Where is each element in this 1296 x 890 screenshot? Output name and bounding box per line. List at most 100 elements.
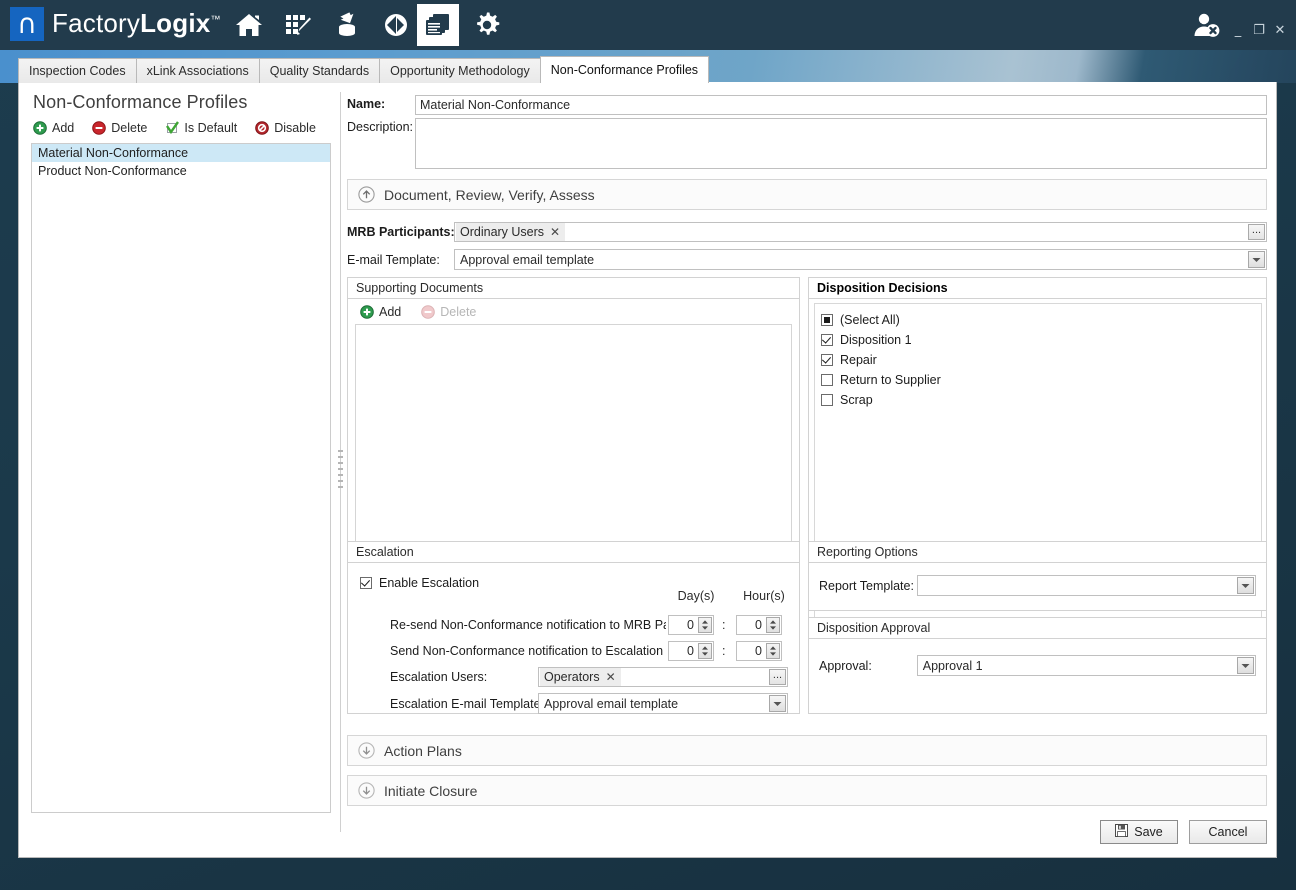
expander-action-plans[interactable]: Action Plans — [347, 735, 1267, 766]
description-input[interactable] — [415, 118, 1267, 169]
add-document-label: Add — [379, 305, 401, 319]
escalation-users-browse-button[interactable]: ... — [769, 669, 786, 685]
window-close-button[interactable]: ✕ — [1270, 22, 1290, 40]
escalation-send-row: Send Non-Conformance notification to Esc… — [390, 641, 790, 663]
escalation-users-field[interactable]: Operators ✕ ... — [538, 667, 788, 687]
disable-profile-label: Disable — [274, 121, 316, 135]
mrb-participant-tag-label: Ordinary Users — [460, 225, 544, 239]
add-document-button[interactable]: Add — [360, 305, 401, 319]
profiles-list[interactable]: Material Non-Conformance Product Non-Con… — [31, 143, 331, 813]
disposition-approval-group: Disposition Approval Approval: Approval … — [808, 617, 1267, 714]
user-logout-button[interactable] — [1191, 10, 1221, 40]
checkbox-checked-icon[interactable] — [360, 577, 372, 589]
panel-splitter[interactable] — [335, 92, 347, 832]
approval-value: Approval 1 — [923, 659, 983, 673]
disposition-checkbox-return-to-supplier[interactable]: Return to Supplier — [821, 370, 1261, 390]
checkbox-unchecked-icon[interactable] — [821, 394, 833, 406]
splitter-grip[interactable] — [338, 450, 343, 494]
checkbox-checked-icon[interactable] — [821, 354, 833, 366]
nav-documents-button[interactable] — [417, 4, 459, 46]
days-column-header: Day(s) — [668, 589, 724, 603]
mrb-participants-field[interactable]: Ordinary Users ✕ ... — [454, 222, 1267, 242]
mrb-participants-label: MRB Participants: — [347, 225, 454, 239]
chevron-down-circle-icon — [358, 742, 375, 759]
checkbox-checked-icon[interactable] — [821, 334, 833, 346]
report-template-select[interactable] — [917, 575, 1256, 596]
mrb-participant-tag[interactable]: Ordinary Users ✕ — [456, 223, 565, 241]
save-button[interactable]: Save — [1100, 820, 1178, 844]
disposition-label: Scrap — [840, 393, 873, 407]
expander-initiate-closure[interactable]: Initiate Closure — [347, 775, 1267, 806]
escalation-resend-days-stepper[interactable]: 0 — [668, 615, 714, 635]
escalation-send-separator: : — [722, 644, 725, 658]
list-item[interactable]: Material Non-Conformance — [32, 144, 330, 162]
escalation-resend-row: Re-send Non-Conformance notification to … — [390, 615, 790, 637]
client-area: Non-Conformance Profiles Add Delete — [18, 82, 1277, 858]
chevron-down-icon[interactable] — [1237, 657, 1254, 674]
escalation-users-row: Escalation Users: Operators ✕ ... — [390, 667, 790, 687]
nav-production-button[interactable] — [375, 4, 417, 46]
cancel-button[interactable]: Cancel — [1189, 820, 1267, 844]
stepper-up-down-icon[interactable] — [698, 617, 712, 633]
tab-inspection-codes[interactable]: Inspection Codes — [18, 58, 137, 83]
remove-tag-icon[interactable]: ✕ — [550, 225, 560, 239]
tab-xlink-associations[interactable]: xLink Associations — [136, 58, 260, 83]
chevron-down-icon[interactable] — [769, 695, 786, 712]
stepper-up-down-icon[interactable] — [766, 643, 780, 659]
disposition-checkbox-select-all[interactable]: (Select All) — [821, 310, 1261, 330]
remove-tag-icon[interactable]: ✕ — [606, 670, 616, 684]
delete-profile-button[interactable]: Delete — [92, 121, 147, 135]
escalation-template-label: Escalation E-mail Template: — [390, 697, 538, 711]
disposition-label: Repair — [840, 353, 877, 367]
tab-strip: Inspection Codes xLink Associations Qual… — [18, 56, 708, 83]
nav-home-button[interactable] — [228, 4, 270, 46]
escalation-user-tag-label: Operators — [544, 670, 600, 684]
chevron-down-icon[interactable] — [1248, 251, 1265, 268]
nav-settings-button[interactable] — [466, 4, 508, 46]
escalation-send-days-stepper[interactable]: 0 — [668, 641, 714, 661]
disposition-checkbox-scrap[interactable]: Scrap — [821, 390, 1261, 410]
user-logout-icon — [1191, 29, 1221, 43]
stepper-up-down-icon[interactable] — [766, 617, 780, 633]
check-flag-icon — [165, 121, 179, 135]
escalation-body: Enable Escalation Day(s) Hour(s) Re-send… — [348, 563, 799, 713]
is-default-button[interactable]: Is Default — [165, 121, 237, 135]
tab-quality-standards[interactable]: Quality Standards — [259, 58, 380, 83]
disposition-decisions-title: Disposition Decisions — [809, 278, 1266, 299]
stepper-up-down-icon[interactable] — [698, 643, 712, 659]
delete-profile-label: Delete — [111, 121, 147, 135]
chevron-down-icon[interactable] — [1237, 577, 1254, 594]
disable-profile-button[interactable]: Disable — [255, 121, 316, 135]
report-template-label: Report Template: — [819, 579, 917, 593]
add-profile-button[interactable]: Add — [33, 121, 74, 135]
window-maximize-button[interactable]: ❐ — [1249, 22, 1269, 40]
name-input[interactable] — [415, 95, 1267, 115]
checkbox-indeterminate-icon[interactable] — [821, 314, 833, 326]
brand-name: FactoryLogix™ — [52, 8, 221, 39]
tab-non-conformance-profiles[interactable]: Non-Conformance Profiles — [540, 56, 709, 83]
window-minimize-button[interactable]: _ — [1228, 22, 1248, 40]
checkbox-unchecked-icon[interactable] — [821, 374, 833, 386]
email-template-select[interactable]: Approval email template — [454, 249, 1267, 270]
escalation-template-select[interactable]: Approval email template — [538, 693, 788, 714]
escalation-user-tag[interactable]: Operators ✕ — [540, 668, 621, 686]
expander-document-review-verify-assess[interactable]: Document, Review, Verify, Assess — [347, 179, 1267, 210]
minus-circle-icon — [421, 305, 435, 319]
mrb-participants-browse-button[interactable]: ... — [1248, 224, 1265, 240]
title-bar: ∩ FactoryLogix™ — [0, 0, 1296, 50]
disposition-label: Disposition 1 — [840, 333, 912, 347]
disposition-checkbox-disposition-1[interactable]: Disposition 1 — [821, 330, 1261, 350]
disposition-checkbox-repair[interactable]: Repair — [821, 350, 1261, 370]
enable-escalation-checkbox[interactable]: Enable Escalation — [360, 573, 479, 593]
disposition-label: (Select All) — [840, 313, 900, 327]
approval-select[interactable]: Approval 1 — [917, 655, 1256, 676]
approval-row: Approval: Approval 1 — [809, 639, 1266, 676]
minus-circle-icon — [92, 121, 106, 135]
nav-materials-button[interactable] — [326, 4, 368, 46]
escalation-resend-separator: : — [722, 618, 725, 632]
tab-opportunity-methodology[interactable]: Opportunity Methodology — [379, 58, 541, 83]
list-item[interactable]: Product Non-Conformance — [32, 162, 330, 180]
escalation-resend-hours-stepper[interactable]: 0 — [736, 615, 782, 635]
nav-planning-button[interactable] — [277, 4, 319, 46]
escalation-send-hours-stepper[interactable]: 0 — [736, 641, 782, 661]
